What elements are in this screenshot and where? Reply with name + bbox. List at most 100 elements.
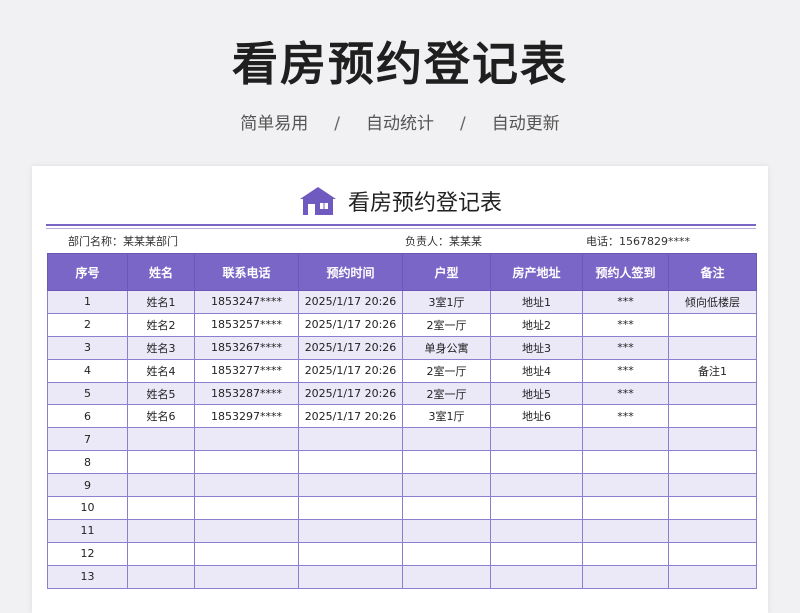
cell-checkin[interactable]: *** [582,404,669,429]
cell-address[interactable] [490,427,583,452]
cell-layout[interactable] [402,518,491,543]
cell-phone[interactable] [194,473,299,498]
cell-phone[interactable] [194,427,299,452]
cell-name[interactable] [127,541,195,566]
cell-time[interactable] [298,518,403,543]
cell-remark[interactable] [668,450,757,475]
cell-name[interactable]: 姓名2 [127,312,195,337]
cell-layout[interactable] [402,450,491,475]
cell-phone[interactable] [194,496,299,520]
cell-index[interactable]: 5 [47,381,128,406]
cell-address[interactable] [490,473,583,498]
cell-remark[interactable] [668,541,757,566]
cell-remark[interactable] [668,518,757,543]
cell-time[interactable]: 2025/1/17 20:26 [298,335,403,360]
cell-phone[interactable]: 1853267**** [194,335,299,360]
cell-remark[interactable] [668,564,757,589]
cell-checkin[interactable]: *** [582,335,669,360]
cell-phone[interactable]: 1853257**** [194,312,299,337]
cell-checkin[interactable] [582,427,669,452]
cell-index[interactable]: 4 [47,358,128,383]
cell-time[interactable] [298,564,403,589]
cell-layout[interactable]: 2室一厅 [402,312,491,337]
cell-address[interactable]: 地址6 [490,404,583,429]
cell-layout[interactable]: 2室一厅 [402,358,491,383]
cell-time[interactable] [298,496,403,520]
cell-index[interactable]: 2 [47,312,128,337]
cell-checkin[interactable] [582,518,669,543]
cell-name[interactable]: 姓名1 [127,290,195,314]
cell-remark[interactable] [668,496,757,520]
cell-time[interactable]: 2025/1/17 20:26 [298,358,403,383]
cell-time[interactable] [298,427,403,452]
cell-index[interactable]: 13 [47,564,128,589]
cell-time[interactable]: 2025/1/17 20:26 [298,312,403,337]
cell-index[interactable]: 12 [47,541,128,566]
cell-address[interactable]: 地址1 [490,290,583,314]
cell-name[interactable] [127,473,195,498]
cell-name[interactable] [127,450,195,475]
cell-name[interactable]: 姓名5 [127,381,195,406]
cell-name[interactable] [127,496,195,520]
cell-layout[interactable]: 3室1厅 [402,404,491,429]
cell-checkin[interactable] [582,450,669,475]
cell-phone[interactable]: 1853247**** [194,290,299,314]
cell-index[interactable]: 6 [47,404,128,429]
cell-phone[interactable] [194,450,299,475]
cell-remark[interactable] [668,335,757,360]
cell-address[interactable]: 地址2 [490,312,583,337]
cell-phone[interactable]: 1853277**** [194,358,299,383]
cell-remark[interactable]: 倾向低楼层 [668,290,757,314]
cell-address[interactable] [490,496,583,520]
cell-address[interactable] [490,541,583,566]
cell-name[interactable]: 姓名6 [127,404,195,429]
cell-index[interactable]: 9 [47,473,128,498]
cell-index[interactable]: 8 [47,450,128,475]
cell-layout[interactable] [402,473,491,498]
cell-name[interactable] [127,564,195,589]
cell-time[interactable]: 2025/1/17 20:26 [298,404,403,429]
cell-phone[interactable]: 1853297**** [194,404,299,429]
cell-remark[interactable] [668,427,757,452]
cell-address[interactable] [490,518,583,543]
cell-checkin[interactable]: *** [582,290,669,314]
cell-remark[interactable] [668,404,757,429]
cell-index[interactable]: 3 [47,335,128,360]
cell-name[interactable] [127,518,195,543]
cell-layout[interactable]: 2室一厅 [402,381,491,406]
cell-time[interactable] [298,473,403,498]
cell-remark[interactable] [668,312,757,337]
cell-time[interactable]: 2025/1/17 20:26 [298,290,403,314]
cell-index[interactable]: 11 [47,518,128,543]
cell-checkin[interactable] [582,564,669,589]
cell-layout[interactable] [402,496,491,520]
cell-phone[interactable]: 1853287**** [194,381,299,406]
cell-name[interactable]: 姓名3 [127,335,195,360]
cell-index[interactable]: 1 [47,290,128,314]
cell-index[interactable]: 10 [47,496,128,520]
cell-checkin[interactable] [582,541,669,566]
cell-time[interactable] [298,541,403,566]
cell-phone[interactable] [194,518,299,543]
cell-time[interactable]: 2025/1/17 20:26 [298,381,403,406]
cell-checkin[interactable]: *** [582,358,669,383]
cell-layout[interactable] [402,427,491,452]
cell-checkin[interactable] [582,473,669,498]
cell-time[interactable] [298,450,403,475]
cell-index[interactable]: 7 [47,427,128,452]
cell-remark[interactable] [668,381,757,406]
cell-checkin[interactable]: *** [582,381,669,406]
cell-address[interactable] [490,564,583,589]
cell-remark[interactable]: 备注1 [668,358,757,383]
cell-name[interactable] [127,427,195,452]
cell-phone[interactable] [194,564,299,589]
cell-address[interactable]: 地址3 [490,335,583,360]
cell-address[interactable]: 地址4 [490,358,583,383]
cell-checkin[interactable]: *** [582,312,669,337]
cell-layout[interactable]: 单身公寓 [402,335,491,360]
cell-address[interactable]: 地址5 [490,381,583,406]
cell-name[interactable]: 姓名4 [127,358,195,383]
cell-remark[interactable] [668,473,757,498]
cell-checkin[interactable] [582,496,669,520]
cell-layout[interactable]: 3室1厅 [402,290,491,314]
